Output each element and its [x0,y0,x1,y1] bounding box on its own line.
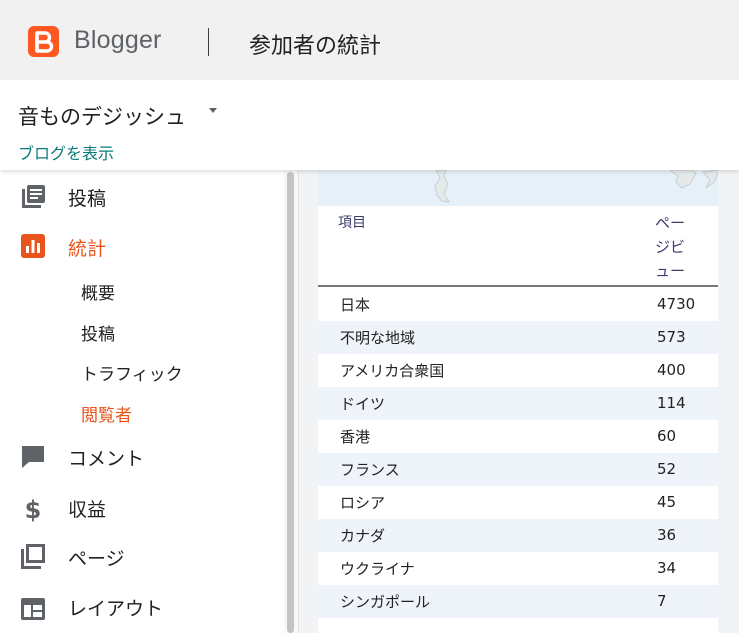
sidebar-item-pages[interactable]: ページ [0,538,284,578]
posts-icon [22,185,45,208]
pageviews-cell: 36 [657,526,677,544]
header-divider [318,285,718,287]
table-row: 日本 4730 [318,288,718,321]
sidebar-subitem-traffic[interactable]: トラフィック [0,353,284,387]
sidebar-subitem-audience[interactable]: 閲覧者 [0,394,284,428]
comment-icon [22,446,44,468]
country-cell: ロシア [340,494,386,512]
blog-selector[interactable]: 音ものデジッシュ [18,101,186,131]
country-cell: 不明な地域 [340,329,416,347]
pageviews-cell: 573 [657,328,686,346]
country-cell: アメリカ合衆国 [340,362,445,380]
country-cell: シンガポール [340,593,431,611]
chevron-down-icon[interactable] [209,108,217,113]
pageviews-cell: 45 [657,493,677,511]
sidebar-item-label: 投稿 [68,188,107,210]
table-row: 香港 60 [318,420,718,453]
pageviews-cell: 34 [657,559,677,577]
view-blog-link[interactable]: ブログを表示 [18,140,114,164]
table-row: ドイツ 114 [318,387,718,420]
sidebar-item-earnings[interactable]: $ 収益 [0,489,284,529]
table-row: カナダ 36 [318,519,718,552]
table-row: シンガポール 7 [318,585,718,618]
sidebar-subitem-label: 投稿 [81,325,115,345]
country-cell: 香港 [340,428,371,446]
table-row: ウクライナ 34 [318,552,718,585]
table-row: 不明な地域 573 [318,321,718,354]
country-cell: フランス [340,461,400,479]
country-cell: 日本 [340,296,371,314]
column-header-pageviews[interactable]: ペー ジビ ュー [655,211,695,283]
pageviews-cell: 7 [657,592,667,610]
sidebar-item-stats[interactable]: 統計 [0,228,284,268]
sidebar-item-posts[interactable]: 投稿 [0,178,284,218]
sidebar-subitem-overview[interactable]: 概要 [0,272,284,306]
sidebar-scrollbar-thumb[interactable] [287,172,294,633]
page-title: 参加者の統計 [249,34,382,59]
pages-icon [21,544,45,569]
country-cell: ウクライナ [340,560,415,578]
stats-icon [21,234,45,258]
column-header-item[interactable]: 項目 [338,212,366,232]
sidebar-item-comments[interactable]: コメント [0,438,284,478]
sidebar-subitem-label: トラフィック [81,365,183,385]
sidebar-item-label: レイアウト [68,598,164,620]
country-cell: ドイツ [340,395,386,413]
sidebar-subitem-posts[interactable]: 投稿 [0,313,284,347]
brand-name: Blogger [74,26,162,54]
sidebar-item-label: ページ [68,548,125,570]
sidebar-subitem-label: 閲覧者 [81,406,132,426]
header-line: ュー [655,262,686,280]
dollar-icon: $ [25,496,42,522]
country-cell: カナダ [340,527,386,545]
sidebar-subitem-label: 概要 [81,284,115,304]
world-map[interactable] [318,170,718,206]
blogger-logo-icon[interactable] [28,26,59,57]
header-line: ペー [655,214,686,232]
divider [208,28,209,56]
top-app-bar: Blogger 参加者の統計 [0,0,739,80]
blog-header: 音ものデジッシュ ブログを表示 [0,80,739,170]
table-row: フランス 52 [318,453,718,486]
pageviews-cell: 400 [657,361,686,379]
table-row: ロシア 45 [318,486,718,519]
sidebar-item-label: 統計 [68,238,107,260]
header-line: ジビ [655,238,686,256]
svg-text:$: $ [25,496,42,522]
sidebar-item-layout[interactable]: レイアウト [0,588,284,628]
pageviews-cell: 52 [657,460,677,478]
pageviews-cell: 4730 [657,295,696,313]
sidebar-item-label: 収益 [68,499,107,521]
table-row: アメリカ合衆国 400 [318,354,718,387]
pageviews-cell: 60 [657,427,677,445]
layout-icon [21,598,45,620]
pageviews-cell: 114 [657,394,686,412]
sidebar: 投稿 統計 概要 投稿 トラフィック 閲覧者 コメント $ 収益 ページ レイア… [0,170,284,633]
sidebar-item-label: コメント [68,448,145,470]
